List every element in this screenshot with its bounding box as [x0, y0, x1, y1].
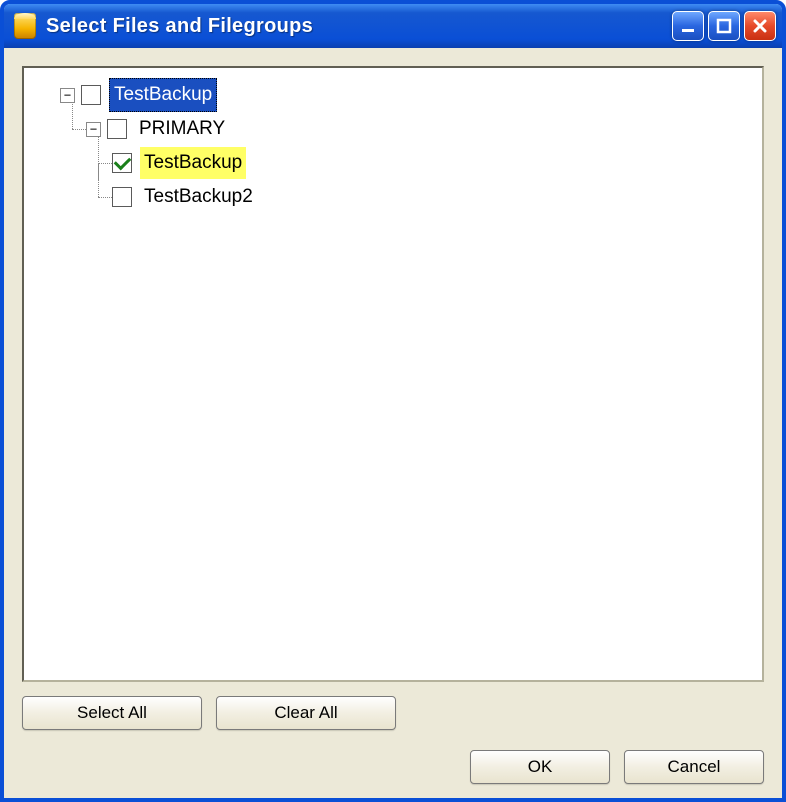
- checkbox[interactable]: [107, 119, 127, 139]
- tree-node-root: − TestBackup − PRIMARY: [34, 78, 752, 214]
- checkbox[interactable]: [112, 153, 132, 173]
- checkbox[interactable]: [112, 187, 132, 207]
- tree-node-primary: − PRIMARY: [34, 112, 752, 214]
- dialog-window: Select Files and Filegroups − TestBackup: [0, 0, 786, 802]
- node-label[interactable]: TestBackup: [140, 147, 246, 179]
- cancel-button[interactable]: Cancel: [624, 750, 764, 784]
- close-icon: [751, 17, 769, 35]
- minimize-button[interactable]: [672, 11, 704, 41]
- expander-button[interactable]: −: [86, 122, 101, 137]
- select-buttons-row: Select All Clear All: [22, 696, 764, 730]
- tree-node-leaf: TestBackup: [34, 146, 752, 180]
- close-button[interactable]: [744, 11, 776, 41]
- tree-row[interactable]: TestBackup2: [34, 180, 752, 214]
- node-label[interactable]: PRIMARY: [135, 113, 229, 145]
- checkbox[interactable]: [81, 85, 101, 105]
- select-all-button[interactable]: Select All: [22, 696, 202, 730]
- client-area: − TestBackup − PRIMARY: [4, 48, 782, 798]
- dialog-buttons-row: OK Cancel: [22, 750, 764, 784]
- node-label[interactable]: TestBackup: [109, 78, 217, 112]
- window-title: Select Files and Filegroups: [46, 15, 672, 38]
- tree-row[interactable]: − TestBackup: [34, 78, 752, 112]
- tree-row[interactable]: TestBackup: [34, 146, 752, 180]
- titlebar[interactable]: Select Files and Filegroups: [4, 4, 782, 48]
- maximize-icon: [715, 17, 733, 35]
- tree-row[interactable]: − PRIMARY: [34, 112, 752, 146]
- ok-button[interactable]: OK: [470, 750, 610, 784]
- tree-view[interactable]: − TestBackup − PRIMARY: [22, 66, 764, 682]
- expander-button[interactable]: −: [60, 88, 75, 103]
- tree-node-leaf: TestBackup2: [34, 180, 752, 214]
- app-icon: [14, 13, 36, 39]
- maximize-button[interactable]: [708, 11, 740, 41]
- window-controls: [672, 11, 776, 41]
- node-label[interactable]: TestBackup2: [140, 181, 257, 213]
- minimize-icon: [679, 17, 697, 35]
- clear-all-button[interactable]: Clear All: [216, 696, 396, 730]
